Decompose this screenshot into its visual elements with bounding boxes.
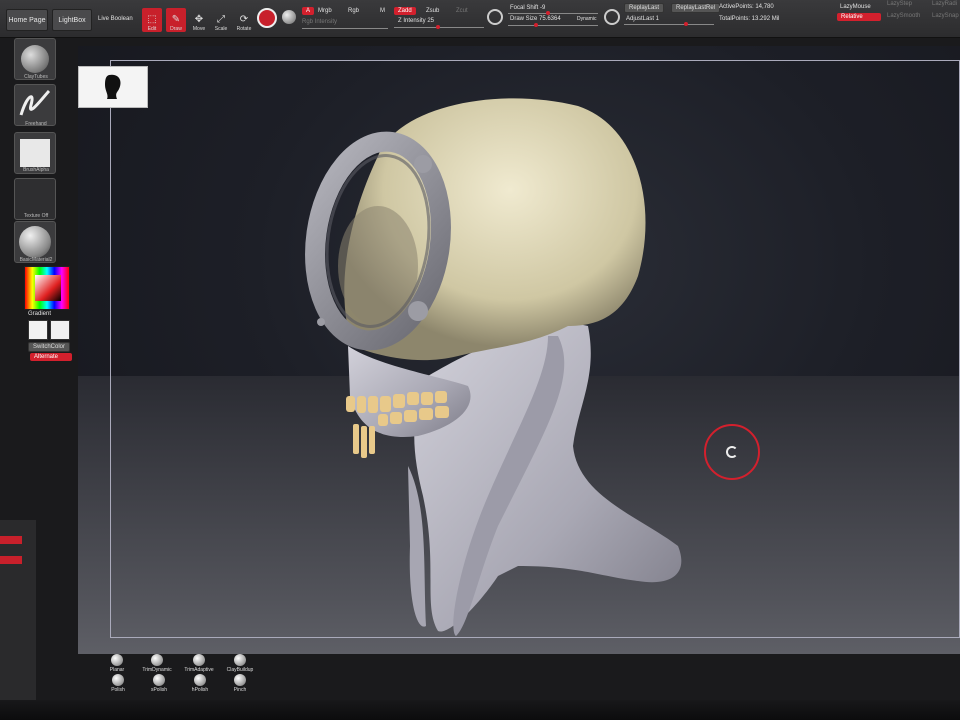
brush-spolish[interactable]: sPolish [139, 674, 179, 693]
brush-planar[interactable]: Planar [97, 654, 137, 673]
brush-trimdynamic[interactable]: TrimDynamic [137, 654, 177, 673]
rgb-intensity-slider[interactable]: Rgb Intensity [302, 19, 337, 25]
total-points-readout: TotalPoints: 13.292 Mil [719, 16, 780, 22]
draw-size-slider[interactable]: Draw Size 75.6364 [510, 16, 561, 22]
lightbox-button[interactable]: LightBox [52, 9, 92, 31]
zadd-button[interactable]: Zadd [394, 7, 416, 15]
texture-off-label: Texture Off [23, 213, 49, 219]
brush-ball-icon [153, 674, 165, 686]
tray-red-slider-1[interactable] [0, 536, 22, 544]
move-icon: ✥ [194, 14, 204, 25]
brush-cursor-icon [726, 446, 738, 458]
brush-hpolish[interactable]: hPolish [180, 674, 220, 693]
bottom-brush-shelf: Planar TrimDynamic TrimAdaptive ClayBuil… [100, 654, 300, 700]
adjust-last-slider[interactable]: AdjustLast 1 [626, 16, 659, 22]
color-square[interactable] [35, 275, 61, 301]
edit-button[interactable]: ⬚ Edit [142, 8, 162, 32]
claytubes-icon [21, 45, 49, 73]
lazy-smooth-slider[interactable]: LazySmooth [887, 13, 920, 19]
sculpt-model[interactable] [78, 46, 960, 654]
replay-last-rel-button[interactable]: ReplayLastRel [671, 3, 721, 13]
relative-toggle[interactable]: Relative [837, 13, 881, 21]
brush-trimadaptive[interactable]: TrimAdaptive [179, 654, 219, 673]
material-label: BasicMaterial2 [19, 257, 53, 263]
brush-cursor-ring [704, 424, 760, 480]
canvas-viewport[interactable] [78, 46, 960, 654]
edit-icon: ⬚ [147, 14, 157, 25]
scale-icon: ⤢ [217, 14, 225, 25]
brush-ball-icon [194, 674, 206, 686]
brush-polish[interactable]: Polish [98, 674, 138, 693]
lazy-snap-slider[interactable]: LazySnap [932, 13, 959, 19]
alpha-swatch-icon [20, 139, 50, 167]
brush-ball-icon [193, 654, 205, 666]
alternate-toggle[interactable]: Alternate [30, 353, 72, 361]
zcut-button[interactable]: Zcut [456, 8, 468, 14]
a-toggle[interactable]: A [302, 7, 315, 15]
stroke-freehand-button[interactable] [14, 84, 56, 126]
focal-shift-slider[interactable]: Focal Shift -9 [510, 5, 545, 11]
monitor-bezel [0, 700, 960, 720]
mrgb-button[interactable]: Mrgb [318, 8, 332, 14]
material-ball-icon [19, 226, 51, 258]
draw-icon-d [604, 9, 620, 25]
scale-button[interactable]: ⤢ Scale [211, 8, 231, 32]
switch-color-button[interactable]: SwitchColor [28, 342, 71, 352]
lazy-step-slider[interactable]: LazyStep [887, 1, 912, 7]
brush-pinch[interactable]: Pinch [220, 674, 260, 693]
brush-ball-icon [111, 654, 123, 666]
freehand-label: Freehand [25, 121, 47, 127]
draw-icon: ✎ [171, 14, 181, 25]
top-toolbar: Home Page LightBox Live Boolean ⬚ Edit ✎… [0, 0, 960, 38]
rotate-icon: ⟳ [239, 14, 249, 25]
live-boolean-button[interactable]: Live Boolean [98, 16, 133, 22]
left-tray-edge [0, 520, 36, 700]
color-picker[interactable] [24, 266, 70, 310]
claytubes-label: ClayTubes [24, 74, 48, 80]
freehand-stroke-icon [19, 89, 51, 116]
m-button[interactable]: M [380, 8, 385, 14]
brush-claybuildup[interactable]: ClayBuildup [220, 654, 260, 673]
replay-last-button[interactable]: ReplayLast [624, 3, 665, 13]
z-intensity-slider[interactable]: Z Intensity 25 [398, 18, 434, 24]
brush-ball-icon [234, 654, 246, 666]
sphere-brush-icon[interactable] [257, 8, 277, 28]
brush-ball-icon [234, 674, 246, 686]
dynamic-toggle[interactable]: Dynamic [577, 16, 596, 22]
main-color-swatch[interactable] [28, 320, 48, 340]
brush-ball-icon [112, 674, 124, 686]
tray-red-slider-2[interactable] [0, 556, 22, 564]
focal-icon [487, 9, 503, 25]
lazy-radius-slider[interactable]: LazyRadi [932, 1, 957, 7]
zsub-button[interactable]: Zsub [426, 8, 439, 14]
material-sphere-icon[interactable] [282, 10, 296, 24]
rotate-button[interactable]: ⟳ Rotate [234, 8, 254, 32]
rgb-button[interactable]: Rgb [348, 8, 359, 14]
lazy-mouse-toggle[interactable]: LazyMouse [840, 4, 871, 10]
brush-alpha-label: BrushAlpha [23, 167, 49, 173]
secondary-color-swatch[interactable] [50, 320, 70, 340]
left-shelf: ClayTubes Freehand BrushAlpha Texture Of… [8, 38, 72, 368]
gradient-label: Gradient [28, 311, 52, 317]
draw-button[interactable]: ✎ Draw [166, 8, 186, 32]
brush-ball-icon [151, 654, 163, 666]
active-points-readout: ActivePoints: 14,780 [719, 4, 774, 10]
home-page-button[interactable]: Home Page [6, 9, 48, 31]
move-button[interactable]: ✥ Move [189, 8, 209, 32]
